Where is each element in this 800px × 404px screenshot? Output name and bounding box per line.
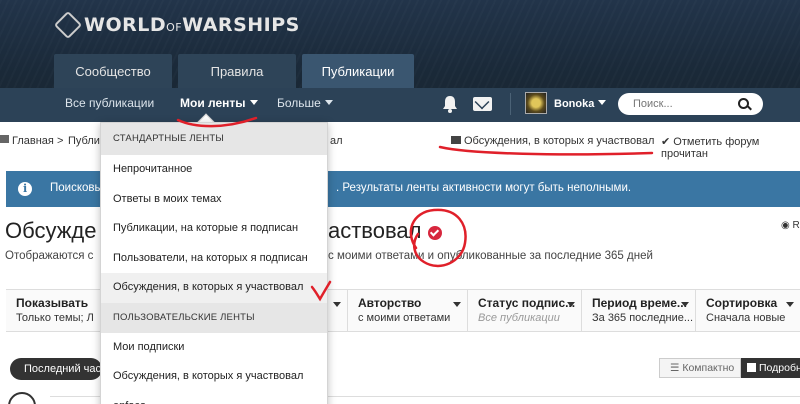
verified-check-icon [428, 226, 442, 240]
home-icon [0, 135, 9, 143]
list-icon: ☰ [670, 362, 680, 374]
page-title: Обсужде [5, 218, 97, 243]
feed-participated-discussions[interactable]: Обсуждения, в которых я участвовал [101, 273, 327, 303]
chevron-down-icon [333, 302, 341, 307]
dropdown-section-standard: СТАНДАРТНЫЕ ЛЕНТЫ [101, 123, 327, 155]
notification-bell-icon[interactable] [442, 95, 458, 113]
chevron-down-icon [453, 302, 461, 307]
chevron-down-icon [786, 302, 794, 307]
subnav-all-publications[interactable]: Все публикации [65, 88, 154, 122]
subnav-my-feeds-label: Мои ленты [180, 96, 246, 110]
logo-text: WORLDOFWARSHIPS [84, 14, 300, 36]
info-icon [18, 182, 32, 196]
breadcrumb-home[interactable]: Главная [12, 135, 54, 147]
filter-subscription-value: Все публикации [478, 312, 560, 324]
feed-my-subscriptions[interactable]: Мои подписки [101, 333, 327, 363]
user-menu[interactable]: Bonoka [554, 98, 607, 110]
username-label: Bonoka [554, 98, 595, 110]
view-compact-button[interactable]: ☰ Компактно [659, 358, 741, 378]
discussions-link[interactable]: Обсуждения, в которых я участвовал [451, 135, 654, 147]
rss-label: R [792, 220, 800, 231]
filter-show-label: Показывать [16, 296, 89, 310]
feed-custom-participated[interactable]: Обсуждения, в которых я участвовал [101, 362, 327, 392]
feed-unread[interactable]: Непрочитанное [101, 155, 327, 185]
square-icon [747, 363, 756, 372]
feed-replies-my-topics[interactable]: Ответы в моих темах [101, 185, 327, 215]
mark-read-label: Отметить форум прочитан [661, 136, 760, 160]
info-text-end: . Результаты ленты активности могут быть… [336, 182, 632, 194]
rss-icon: ◉ [781, 220, 790, 231]
feed-custom-enfoco[interactable]: enfoco [101, 392, 327, 404]
rss-link[interactable]: ◉ R [781, 220, 800, 231]
filter-hidden[interactable] [328, 290, 348, 331]
search-icon[interactable] [738, 98, 749, 109]
filter-time-period[interactable]: Период време... За 365 последние... [582, 290, 696, 331]
breadcrumb-current: ал [330, 135, 343, 147]
view-compact-label: Компактно [682, 362, 735, 374]
filter-subscription-label: Статус подпис... [478, 296, 576, 310]
view-detailed-button[interactable]: Подробно [741, 358, 800, 378]
tab-rules[interactable]: Правила [178, 54, 296, 88]
tab-publications[interactable]: Публикации [302, 54, 414, 88]
timeline-marker [8, 392, 36, 404]
messages-envelope-icon[interactable] [473, 97, 492, 111]
user-avatar[interactable] [525, 92, 547, 114]
chevron-down-icon [324, 100, 333, 105]
filter-sort-value: Сначала новые [706, 312, 786, 324]
filter-time-period-value: За 365 последние... [592, 312, 694, 324]
my-feeds-dropdown: СТАНДАРТНЫЕ ЛЕНТЫ Непрочитанное Ответы в… [100, 122, 328, 404]
page-title-end: аствовал [328, 218, 422, 243]
filter-authorship-value: с моими ответами [358, 312, 451, 324]
discussions-link-label: Обсуждения, в которых я участвовал [464, 135, 655, 147]
feed-followed-users[interactable]: Пользователи, на которых я подписан [101, 244, 327, 274]
chevron-down-icon [567, 302, 575, 307]
checkmark-icon: ✔ [661, 136, 671, 148]
chevron-down-icon [598, 100, 607, 105]
filter-authorship[interactable]: Авторство с моими ответами [348, 290, 468, 331]
filter-sort[interactable]: Сортировка Сначала новые [696, 290, 800, 331]
breadcrumb-separator: > [57, 135, 64, 147]
subnav-more[interactable]: Больше [277, 88, 333, 122]
main-tabs: Сообщество Правила Публикации [54, 54, 414, 88]
last-hour-pill[interactable]: Последний час [10, 358, 102, 380]
page-subtitle-end: с моими ответами и опубликованные за пос… [328, 250, 653, 262]
feed-followed-content[interactable]: Публикации, на которые я подписан [101, 214, 327, 244]
filter-subscription-status[interactable]: Статус подпис... Все публикации [468, 290, 582, 331]
page-subtitle: Отображаются с [5, 250, 94, 262]
info-text-start: Поисковы [50, 182, 103, 194]
mark-forum-read-button[interactable]: ✔ Отметить форум прочитан [661, 135, 800, 160]
filter-show-value: Только темы; Л [16, 312, 94, 324]
subnav-my-feeds[interactable]: Мои ленты [180, 88, 258, 122]
filter-time-period-label: Период време... [592, 296, 687, 310]
header-divider [510, 93, 511, 115]
view-detailed-label: Подробно [759, 362, 800, 374]
subnav-more-label: Больше [277, 96, 321, 110]
dropdown-section-custom: ПОЛЬЗОВАТЕЛЬСКИЕ ЛЕНТЫ [101, 302, 327, 333]
tab-community[interactable]: Сообщество [54, 54, 172, 88]
feed-icon [451, 136, 461, 144]
anchor-emblem-icon [53, 10, 83, 40]
site-logo[interactable]: WORLDOFWARSHIPS [53, 10, 300, 40]
chevron-down-icon [681, 302, 689, 307]
chevron-down-icon [249, 100, 258, 105]
filter-authorship-label: Авторство [358, 296, 422, 310]
breadcrumb-publications[interactable]: Публи [68, 135, 100, 147]
filter-show[interactable]: Показывать Только темы; Л [6, 290, 111, 331]
